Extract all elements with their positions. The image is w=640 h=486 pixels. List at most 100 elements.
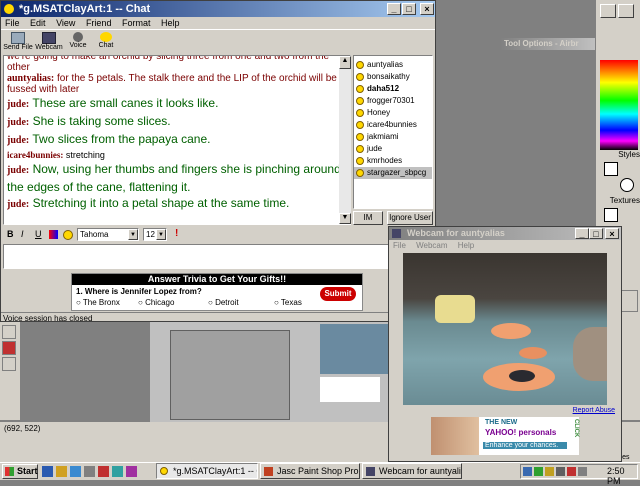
user-list-item[interactable]: stargazer_sbpcg bbox=[354, 167, 432, 179]
menu-help[interactable]: Help bbox=[458, 241, 474, 250]
quicklaunch-icon[interactable] bbox=[98, 466, 109, 477]
voice-button[interactable]: Voice bbox=[65, 32, 91, 54]
user-list-item[interactable]: jude bbox=[354, 143, 432, 155]
tray-icon[interactable] bbox=[578, 467, 587, 476]
bold-button[interactable]: B bbox=[7, 229, 14, 239]
webcam-menubar: File Webcam Help bbox=[389, 240, 621, 251]
style-swatch[interactable] bbox=[604, 162, 618, 176]
chat-button[interactable]: Chat bbox=[93, 32, 119, 54]
ignore-user-button[interactable]: Ignore User bbox=[387, 211, 433, 225]
tray-icon[interactable] bbox=[545, 467, 554, 476]
user-list[interactable]: auntyalias bonsaikathy daha512 frogger70… bbox=[353, 55, 433, 209]
font-name-select[interactable]: Tahoma ▼ bbox=[77, 228, 139, 241]
chat-scrollbar[interactable]: ▲ ▼ bbox=[339, 56, 351, 224]
chevron-down-icon[interactable]: ▼ bbox=[156, 229, 166, 240]
chat-text: for the 5 petals. The stalk there and th… bbox=[7, 73, 337, 95]
menu-file[interactable]: File bbox=[393, 241, 406, 250]
menu-webcam[interactable]: Webcam bbox=[416, 241, 447, 250]
user-list-item[interactable]: kmrhodes bbox=[354, 155, 432, 167]
style-swatch[interactable] bbox=[620, 178, 634, 192]
chevron-down-icon[interactable]: ▼ bbox=[128, 229, 138, 240]
report-abuse-link[interactable]: Report Abuse bbox=[573, 407, 615, 414]
underline-button[interactable]: U bbox=[35, 229, 42, 239]
yahoo-personals-ad[interactable]: THE NEW YAHOO! personals Enhance your ch… bbox=[431, 417, 579, 455]
texture-swatch[interactable] bbox=[604, 208, 618, 222]
tray-icon[interactable] bbox=[534, 467, 543, 476]
tray-icon[interactable] bbox=[523, 467, 532, 476]
user-list-item[interactable]: bonsaikathy bbox=[354, 71, 432, 83]
ad-click: CLICK bbox=[573, 419, 579, 438]
psp-toolbar-button[interactable] bbox=[618, 4, 634, 18]
menu-view[interactable]: View bbox=[56, 18, 75, 28]
minimize-button[interactable]: _ bbox=[387, 3, 401, 15]
psp-tool-icon[interactable] bbox=[2, 341, 16, 355]
clock[interactable]: 2:50 PM bbox=[607, 466, 637, 486]
close-button[interactable]: × bbox=[605, 228, 619, 239]
menu-help[interactable]: Help bbox=[161, 18, 180, 28]
user-list-item[interactable]: jakmiami bbox=[354, 131, 432, 143]
task-webcam[interactable]: Webcam for auntyalias bbox=[362, 463, 462, 479]
close-button[interactable]: × bbox=[420, 3, 434, 15]
trivia-ad-title: Answer Trivia to Get Your Gifts!! bbox=[72, 274, 362, 285]
quicklaunch-icon[interactable] bbox=[112, 466, 123, 477]
format-toolbar: B I U Tahoma ▼ 12 ▼ ! bbox=[3, 227, 433, 243]
user-list-item[interactable]: Honey bbox=[354, 107, 432, 119]
maximize-button[interactable]: □ bbox=[589, 228, 603, 239]
psp-tool-icon[interactable] bbox=[2, 325, 16, 339]
font-size-select[interactable]: 12 ▼ bbox=[143, 228, 167, 241]
chat-text: Two slices from the papaya cane. bbox=[32, 132, 211, 146]
smiley-icon bbox=[356, 108, 364, 117]
quicklaunch-icon[interactable] bbox=[70, 466, 81, 477]
emoticon-icon[interactable] bbox=[63, 230, 73, 240]
tray-icon[interactable] bbox=[567, 467, 576, 476]
trivia-option[interactable]: ○ Chicago bbox=[138, 298, 174, 307]
windows-logo-icon bbox=[5, 467, 14, 476]
quicklaunch-icon[interactable] bbox=[42, 466, 53, 477]
psp-tool-icon[interactable] bbox=[2, 357, 16, 371]
start-button[interactable]: Start bbox=[2, 464, 38, 479]
im-button[interactable]: IM bbox=[353, 211, 383, 225]
ad-tagline: Enhance your chances. bbox=[483, 442, 567, 449]
menu-edit[interactable]: Edit bbox=[30, 18, 46, 28]
scroll-down-icon[interactable]: ▼ bbox=[339, 213, 351, 224]
task-psp[interactable]: Jasc Paint Shop Pro - Ima... bbox=[260, 463, 360, 479]
webcam-titlebar[interactable]: Webcam for auntyalias _ □ × bbox=[389, 227, 621, 240]
quicklaunch-icon[interactable] bbox=[84, 466, 95, 477]
chat-titlebar[interactable]: *g.MSATClayArt:1 -- Chat _ □ × bbox=[1, 1, 435, 17]
user-list-item[interactable]: icare4bunnies bbox=[354, 119, 432, 131]
user-list-item[interactable]: auntyalias bbox=[354, 59, 432, 71]
menu-format[interactable]: Format bbox=[122, 18, 151, 28]
user-list-item[interactable]: frogger70301 bbox=[354, 95, 432, 107]
italic-button[interactable]: I bbox=[21, 229, 24, 239]
trivia-option[interactable]: ○ Texas bbox=[274, 298, 302, 307]
trivia-option[interactable]: ○ Detroit bbox=[208, 298, 239, 307]
color-picker-icon[interactable] bbox=[49, 230, 58, 239]
message-input[interactable] bbox=[3, 244, 433, 269]
chat-nick: jude: bbox=[7, 135, 30, 146]
buzz-icon[interactable]: ! bbox=[175, 228, 178, 239]
minimize-button[interactable]: _ bbox=[575, 228, 589, 239]
webcam-task-icon bbox=[366, 467, 375, 476]
menu-friend[interactable]: Friend bbox=[86, 18, 112, 28]
send-file-button[interactable]: Send File bbox=[3, 32, 33, 54]
chat-text: These are small canes it looks like. bbox=[32, 96, 219, 110]
task-chat[interactable]: *g.MSATClayArt:1 -- Chat bbox=[156, 463, 258, 479]
chat-line: jude: She is taking some slices. bbox=[7, 113, 347, 131]
maximize-button[interactable]: □ bbox=[402, 3, 416, 15]
webcam-button[interactable]: Webcam bbox=[35, 32, 63, 54]
scroll-up-icon[interactable]: ▲ bbox=[339, 56, 351, 69]
trivia-option[interactable]: ○ The Bronx bbox=[76, 298, 120, 307]
quicklaunch-icon[interactable] bbox=[56, 466, 67, 477]
smiley-icon bbox=[356, 168, 364, 177]
color-palette[interactable] bbox=[600, 60, 638, 150]
palette-scroll[interactable] bbox=[620, 290, 638, 312]
user-list-item[interactable]: daha512 bbox=[354, 83, 432, 95]
menu-file[interactable]: File bbox=[5, 18, 20, 28]
tray-icon[interactable] bbox=[556, 467, 565, 476]
chat-message-area[interactable]: we're going to make an orchid by slicing… bbox=[3, 55, 351, 225]
psp-toolbar-button[interactable] bbox=[600, 4, 616, 18]
finger bbox=[573, 327, 607, 381]
quicklaunch-icon[interactable] bbox=[126, 466, 137, 477]
submit-button[interactable]: Submit bbox=[320, 287, 356, 301]
trivia-ad[interactable]: Answer Trivia to Get Your Gifts!! 1. Whe… bbox=[71, 273, 363, 311]
